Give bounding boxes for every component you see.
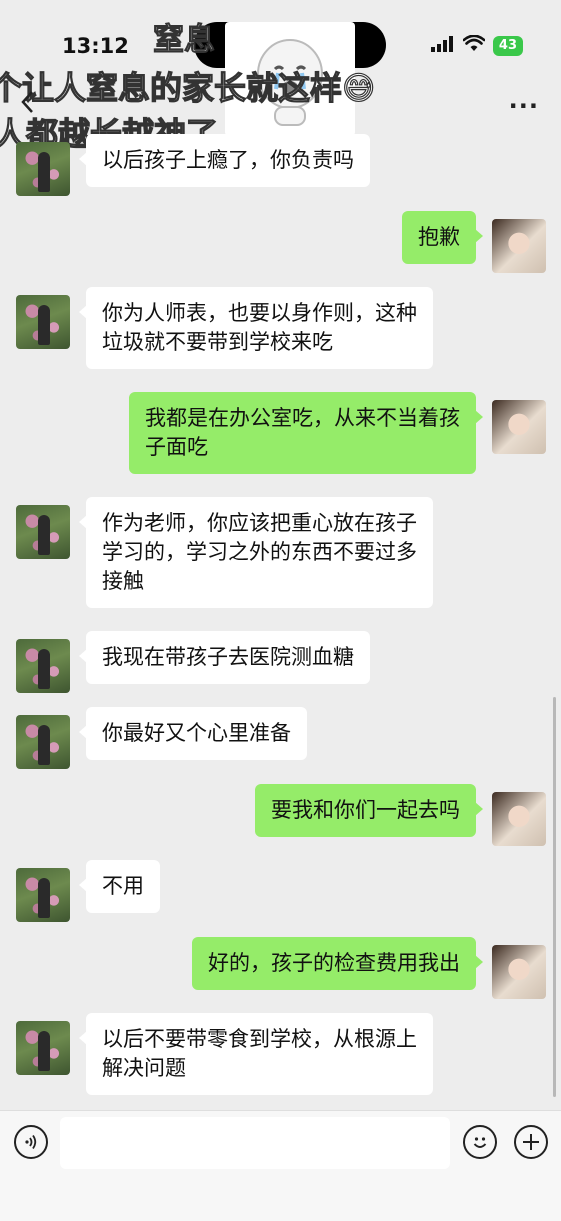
wifi-icon <box>462 34 486 56</box>
plus-icon[interactable] <box>514 1125 548 1159</box>
contact-avatar[interactable] <box>16 142 70 196</box>
chat-input-bar <box>0 1110 561 1221</box>
received-message-bubble[interactable]: 以后孩子上瘾了，你负责吗 <box>79 134 370 187</box>
sent-message-bubble[interactable]: 好的，孩子的检查费用我出 <box>192 937 483 990</box>
my-avatar[interactable] <box>492 792 546 846</box>
received-message-bubble[interactable]: 作为老师，你应该把重心放在孩子 学习的，学习之外的东西不要过多 接触 <box>79 497 433 608</box>
message-input[interactable] <box>60 1117 450 1169</box>
sent-message-bubble[interactable]: 要我和你们一起去吗 <box>255 784 483 837</box>
contact-avatar[interactable] <box>16 868 70 922</box>
signal-icon <box>430 35 455 56</box>
contact-avatar[interactable] <box>16 715 70 769</box>
contact-avatar[interactable] <box>16 1021 70 1075</box>
received-message-bubble[interactable]: 不用 <box>79 860 160 913</box>
voice-icon[interactable] <box>14 1125 48 1159</box>
back-chevron-icon[interactable] <box>18 88 38 120</box>
more-options-icon[interactable]: ... <box>509 86 539 114</box>
received-message-bubble[interactable]: 你最好又个心里准备 <box>79 707 307 760</box>
status-time: 13:12 <box>62 34 129 58</box>
battery-indicator: 43 <box>492 35 523 56</box>
contact-avatar[interactable] <box>16 505 70 559</box>
my-avatar[interactable] <box>492 945 546 999</box>
sent-message-bubble[interactable]: 抱歉 <box>402 211 483 264</box>
received-message-bubble[interactable]: 你为人师表，也要以身作则，这种 垃圾就不要带到学校来吃 <box>79 287 433 369</box>
video-overlay-caption-1: 个让人窒息的家长就这样😅 <box>0 68 376 107</box>
status-icons: 43 <box>430 34 523 56</box>
video-overlay-title: 窒息 <box>153 22 216 59</box>
my-avatar[interactable] <box>492 400 546 454</box>
received-message-bubble[interactable]: 我现在带孩子去医院测血糖 <box>79 631 370 684</box>
my-avatar[interactable] <box>492 219 546 273</box>
contact-avatar[interactable] <box>16 639 70 693</box>
emoji-icon[interactable] <box>463 1125 497 1159</box>
contact-avatar[interactable] <box>16 295 70 349</box>
sent-message-bubble[interactable]: 我都是在办公室吃，从来不当着孩 子面吃 <box>129 392 483 474</box>
received-message-bubble[interactable]: 以后不要带零食到学校，从根源上 解决问题 <box>79 1013 433 1095</box>
chat-scrollbar[interactable] <box>553 697 556 1097</box>
